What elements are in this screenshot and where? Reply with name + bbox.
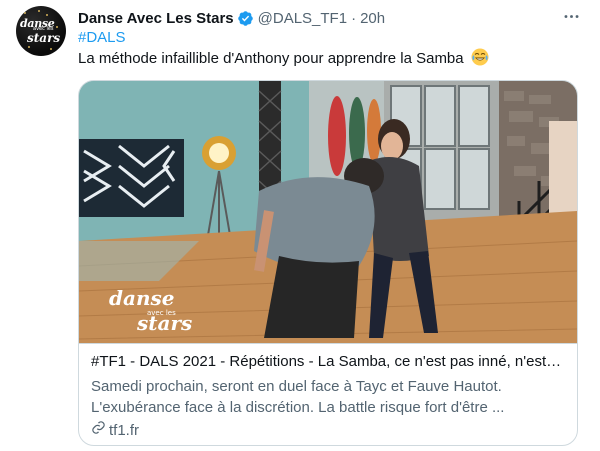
display-name[interactable]: Danse Avec Les Stars	[78, 10, 234, 27]
avatar-sparkle	[38, 10, 40, 12]
avatar-sparkle	[50, 48, 52, 50]
avatar-sparkle	[28, 46, 30, 48]
avatar-sparkle	[46, 14, 48, 16]
tweet-body: La méthode infaillible d'Anthony pour ap…	[78, 50, 464, 67]
hashtag-link[interactable]: #DALS	[78, 28, 126, 48]
watermark-logo-text: danse	[109, 286, 174, 310]
card-description: Samedi prochain, seront en duel face à T…	[91, 376, 565, 418]
card-text-body[interactable]: #TF1 - DALS 2021 - Répétitions - La Samb…	[79, 343, 577, 445]
profile-avatar[interactable]: danse avec les stars	[16, 6, 66, 56]
separator-dot: ·	[351, 9, 357, 27]
rehearsal-scene-image: danse avec les stars	[79, 81, 577, 343]
card-domain-text: tf1.fr	[109, 421, 140, 439]
user-handle[interactable]: @DALS_TF1	[258, 10, 347, 27]
card-title[interactable]: #TF1 - DALS 2021 - Répétitions - La Samb…	[91, 352, 565, 372]
link-preview-card[interactable]: danse avec les stars #TF1 - DALS 2021 - …	[78, 80, 578, 446]
avatar-sparkle	[56, 26, 58, 28]
avatar-logo-text: stars	[27, 31, 61, 45]
verified-badge-icon	[237, 10, 254, 27]
card-description-line: Samedi prochain, seront en duel face à T…	[91, 378, 502, 395]
tweet-header: Danse Avec Les Stars @DALS_TF1 · 20h	[78, 8, 385, 28]
card-domain[interactable]: tf1.fr	[91, 420, 565, 441]
avatar-sparkle	[24, 12, 26, 14]
tweet-text: La méthode infaillible d'Anthony pour ap…	[78, 48, 489, 72]
timestamp[interactable]: 20h	[360, 10, 385, 27]
link-icon	[91, 420, 106, 441]
laughing-emoji-icon	[471, 48, 489, 72]
watermark-logo-text: stars	[136, 311, 192, 335]
card-thumbnail-image[interactable]: danse avec les stars	[79, 81, 577, 343]
more-options-icon[interactable]	[556, 4, 586, 28]
card-description-line: L'exubérance face à la discrétion. La ba…	[91, 399, 505, 416]
